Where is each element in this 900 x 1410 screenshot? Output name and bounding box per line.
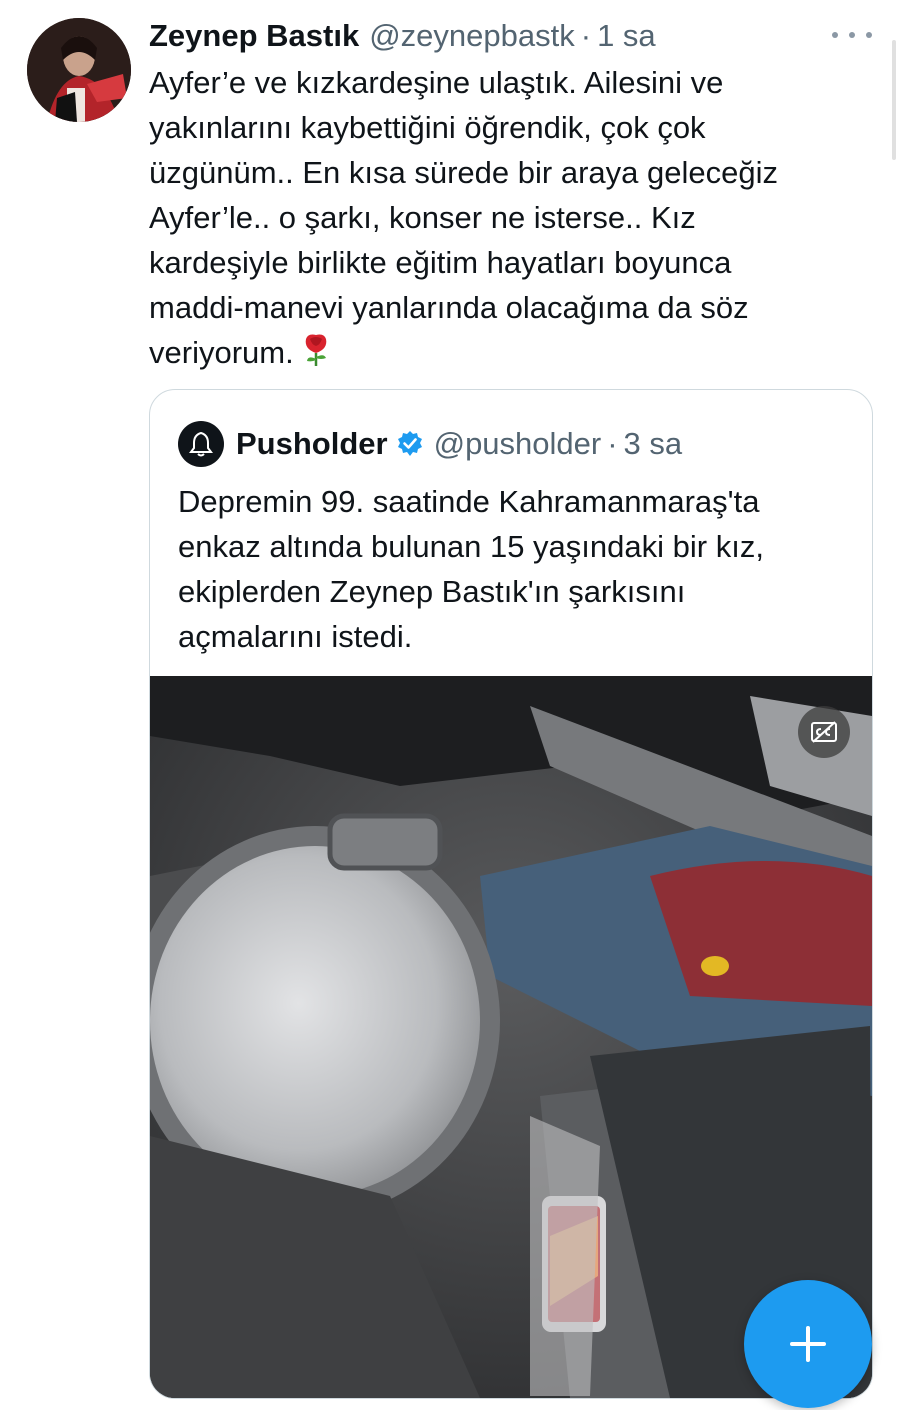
more-dot-icon [849,32,855,38]
verified-badge-icon [396,430,424,458]
scrollbar[interactable] [892,40,896,160]
closed-captions-button[interactable] [798,706,850,758]
tweet-text-line: yakınlarını kaybettiğini öğrendik, çok ç… [149,110,706,145]
compose-tweet-button[interactable] [744,1280,872,1408]
tweet[interactable]: Zeynep Bastık @zeynepbastk · 1 sa Ayfer’… [0,0,900,1410]
closed-captions-icon [811,721,837,743]
more-dot-icon [832,32,838,38]
tweet-text: Ayfer’e ve kızkardeşine ulaştık. Ailesin… [149,60,859,379]
tweet-text-line: Ayfer’le.. o şarkı, konser ne isterse.. … [149,200,696,235]
rose-emoji-icon [300,331,332,379]
tweet-text-line: maddi-manevi yanlarında olacağıma da söz [149,290,749,325]
plus-icon [790,1326,826,1362]
quoted-author-handle[interactable]: @pusholder [434,426,602,462]
quoted-tweet-text: Depremin 99. saatinde Kahramanmaraş'ta e… [178,479,848,659]
tweet-header: Zeynep Bastık @zeynepbastk · 1 sa [149,14,860,58]
more-dot-icon [866,32,872,38]
tweet-text-line: kardeşiyle birlikte eğitim hayatları boy… [149,245,732,280]
separator-dot: · [607,426,618,461]
tweet-text-line: Ayfer’e ve kızkardeşine ulaştık. Ailesin… [149,65,724,100]
timestamp[interactable]: 1 sa [597,18,656,54]
more-icon[interactable] [832,20,872,50]
avatar-image [27,18,131,122]
tweet-text-line: veriyorum. [149,335,294,370]
quoted-avatar[interactable] [178,421,224,467]
quoted-tweet-header: Pusholder @pusholder · 3 sa [178,420,682,468]
avatar[interactable] [27,18,131,122]
quoted-text-line: Depremin 99. saatinde Kahramanmaraş'ta [178,484,760,519]
quoted-timestamp[interactable]: 3 sa [624,426,683,462]
quoted-text-line: enkaz altında bulunan 15 yaşındaki bir k… [178,529,764,564]
quoted-text-line: ekiplerden Zeynep Bastık'ın şarkısını [178,574,686,609]
bell-icon [189,431,213,457]
video-media[interactable] [150,676,872,1398]
tweet-text-line: üzgünüm.. En kısa sürede bir araya gelec… [149,155,778,190]
tweet-text-last-line: veriyorum. [149,330,859,379]
video-frame [150,676,872,1398]
author-name[interactable]: Zeynep Bastık [149,18,359,54]
quoted-tweet[interactable]: Pusholder @pusholder · 3 sa Depremin 99.… [149,389,873,1399]
quoted-text-line: açmalarını istedi. [178,619,413,654]
quoted-author-name[interactable]: Pusholder [236,426,388,462]
author-handle[interactable]: @zeynepbastk [369,18,575,54]
separator-dot: · [580,18,592,53]
